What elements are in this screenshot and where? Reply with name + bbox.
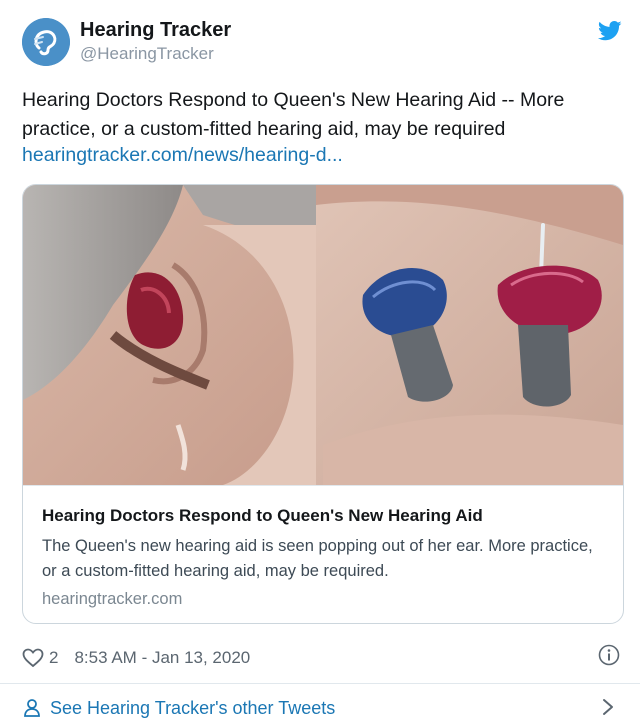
chevron-right-icon[interactable] <box>600 697 616 717</box>
card-body[interactable]: Hearing Doctors Respond to Queen's New H… <box>23 485 623 623</box>
card-title[interactable]: Hearing Doctors Respond to Queen's New H… <box>42 506 483 526</box>
info-icon[interactable] <box>598 644 620 666</box>
heart-icon[interactable] <box>22 648 44 668</box>
see-other-tweets-link[interactable]: See Hearing Tracker's other Tweets <box>22 695 335 721</box>
twitter-bird-icon[interactable] <box>598 20 622 42</box>
link-card[interactable]: Hearing Doctors Respond to Queen's New H… <box>22 184 624 624</box>
display-name[interactable]: Hearing Tracker <box>80 19 231 42</box>
card-domain[interactable]: hearingtracker.com <box>42 590 182 609</box>
person-icon <box>24 699 40 717</box>
see-other-tweets-label: See Hearing Tracker's other Tweets <box>50 697 336 718</box>
card-image[interactable] <box>23 185 623 485</box>
tweet-meta: 2 8:53 AM - Jan 13, 2020 <box>22 645 250 671</box>
like-count[interactable]: 2 <box>49 648 58 668</box>
user-handle[interactable]: @HearingTracker <box>80 44 214 64</box>
card-description: The Queen's new hearing aid is seen popp… <box>42 537 593 580</box>
embedded-tweet: Hearing Tracker @HearingTracker Hearing … <box>0 0 640 719</box>
tweet-text: Hearing Doctors Respond to Queen's New H… <box>22 89 565 140</box>
hearing-tracker-logo-icon <box>22 18 70 66</box>
timestamp[interactable]: 8:53 AM - Jan 13, 2020 <box>74 648 250 668</box>
divider <box>0 683 640 684</box>
avatar[interactable] <box>22 18 70 66</box>
tweet-link[interactable]: hearingtracker.com/news/hearing-d... <box>22 144 343 167</box>
